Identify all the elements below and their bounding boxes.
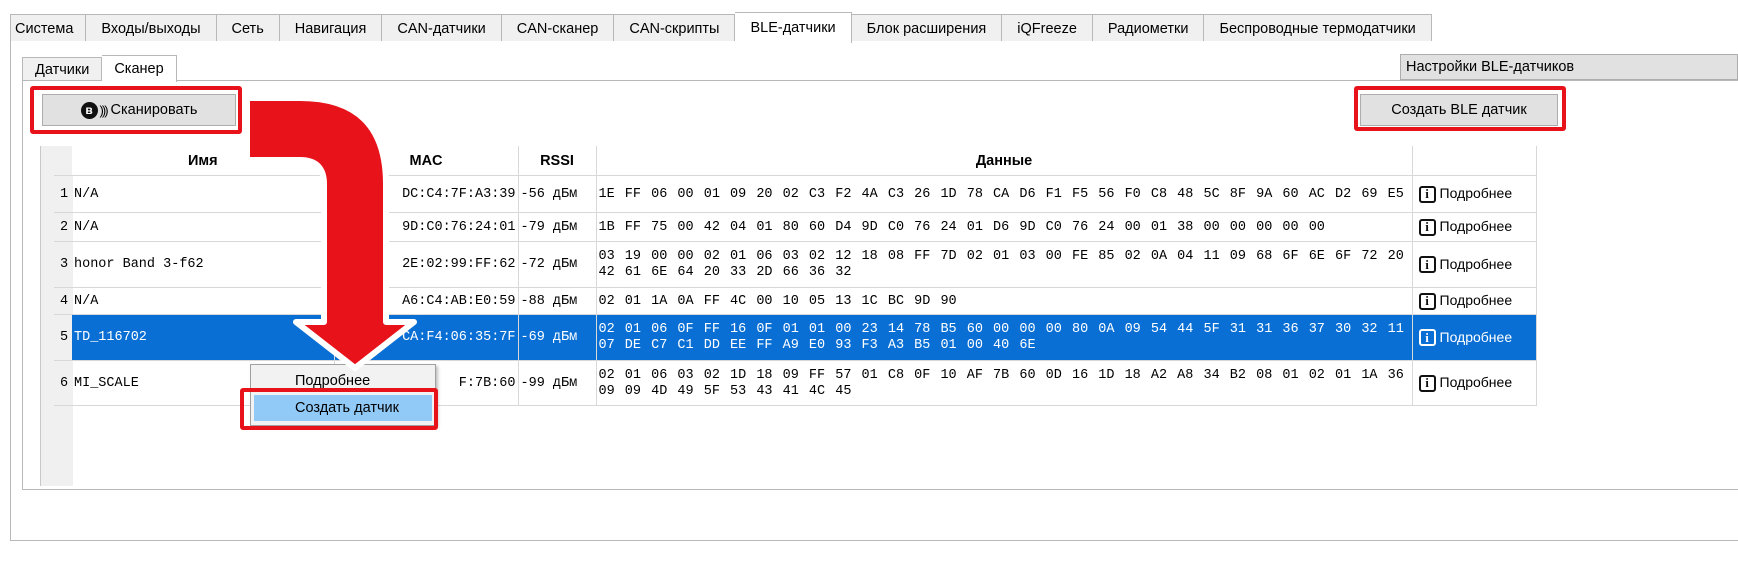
info-icon: i: [1418, 185, 1436, 203]
header-actions: [1412, 146, 1537, 176]
cell-mac[interactable]: 2E:02:99:FF:62: [334, 241, 519, 288]
create-sensor-highlight-box: [240, 388, 438, 430]
row-number: 2: [54, 212, 72, 242]
tab-radio-tags[interactable]: Радиометки: [1092, 14, 1205, 42]
tab-ble-sensors[interactable]: BLE-датчики: [735, 12, 852, 43]
info-icon: i: [1418, 374, 1436, 392]
row-number: 5: [54, 314, 72, 361]
cell-data[interactable]: 02 01 06 03 02 1D 18 09 FF 57 01 C8 0F 1…: [596, 360, 1413, 406]
tab-io[interactable]: Входы/выходы: [86, 14, 217, 42]
details-link[interactable]: i Подробнее: [1412, 314, 1537, 361]
table-row[interactable]: 4 N/A A6:C4:AB:E0:59 -88 дБм 02 01 1A 0A…: [54, 287, 1537, 315]
table-row[interactable]: 3 honor Band 3-f62 2E:02:99:FF:62 -72 дБ…: [54, 241, 1537, 288]
info-icon: i: [1418, 218, 1436, 236]
cell-data[interactable]: 03 19 00 00 02 01 06 03 02 12 18 08 FF 7…: [596, 241, 1413, 288]
cell-rssi[interactable]: -69 дБм: [518, 314, 597, 361]
cell-name[interactable]: N/A: [72, 212, 335, 242]
table-row[interactable]: 1 N/A DC:C4:7F:A3:39 -56 дБм 1E FF 06 00…: [54, 175, 1537, 213]
tab-navigation[interactable]: Навигация: [279, 14, 383, 42]
tab-network[interactable]: Сеть: [216, 14, 280, 42]
details-label: Подробнее: [1439, 328, 1513, 345]
tab-can-sensors[interactable]: CAN-датчики: [382, 14, 502, 42]
sub-tab-bar: Датчики Сканер: [22, 55, 177, 82]
cell-rssi[interactable]: -72 дБм: [518, 241, 597, 288]
details-link[interactable]: i Подробнее: [1412, 212, 1537, 242]
details-label: Подробнее: [1439, 374, 1513, 391]
details-link[interactable]: i Подробнее: [1412, 360, 1537, 406]
tab-expansion-unit[interactable]: Блок расширения: [851, 14, 1003, 42]
table-row-selected[interactable]: 5 TD_116702 CA:F4:06:35:7F -69 дБм 02 01…: [54, 314, 1537, 361]
cell-mac[interactable]: CA:F4:06:35:7F: [334, 314, 519, 361]
cell-name[interactable]: N/A: [72, 175, 335, 213]
details-label: Подробнее: [1439, 255, 1513, 272]
create-highlight-box: [1354, 86, 1566, 131]
cell-name[interactable]: honor Band 3-f62: [72, 241, 335, 288]
cell-rssi[interactable]: -99 дБм: [518, 360, 597, 406]
scan-highlight-box: [30, 86, 242, 134]
cell-name[interactable]: N/A: [72, 287, 335, 315]
cell-data[interactable]: 02 01 06 0F FF 16 0F 01 01 00 23 14 78 B…: [596, 314, 1413, 361]
row-number: 1: [54, 175, 72, 213]
info-icon: i: [1418, 292, 1436, 310]
details-link[interactable]: i Подробнее: [1412, 175, 1537, 213]
tab-iqfreeze[interactable]: iQFreeze: [1002, 14, 1093, 42]
row-number: 4: [54, 287, 72, 315]
details-link[interactable]: i Подробнее: [1412, 241, 1537, 288]
header-mac[interactable]: MAC: [334, 146, 519, 176]
cell-mac[interactable]: DC:C4:7F:A3:39: [334, 175, 519, 213]
corner-header: [54, 146, 72, 176]
cell-name[interactable]: TD_116702: [72, 314, 335, 361]
cell-data[interactable]: 1E FF 06 00 01 09 20 02 C3 F2 4A C3 26 1…: [596, 175, 1413, 213]
tab-wireless-thermo[interactable]: Беспроводные термодатчики: [1204, 14, 1432, 42]
tab-can-scanner[interactable]: CAN-сканер: [501, 14, 615, 42]
details-label: Подробнее: [1439, 218, 1513, 235]
cell-data[interactable]: 1B FF 75 00 42 04 01 80 60 D4 9D C0 76 2…: [596, 212, 1413, 242]
row-number: 3: [54, 241, 72, 288]
cell-rssi[interactable]: -56 дБм: [518, 175, 597, 213]
details-label: Подробнее: [1439, 185, 1513, 202]
subtab-sensors[interactable]: Датчики: [22, 57, 103, 81]
table-row[interactable]: 2 N/A 9D:C0:76:24:01 -79 дБм 1B FF 75 00…: [54, 212, 1537, 242]
info-icon: i: [1418, 329, 1436, 347]
row-number: 6: [54, 360, 72, 406]
header-rssi[interactable]: RSSI: [518, 146, 597, 176]
cell-rssi[interactable]: -79 дБм: [518, 212, 597, 242]
subtab-scanner[interactable]: Сканер: [102, 55, 177, 82]
header-data[interactable]: Данные: [596, 146, 1413, 176]
tab-system[interactable]: Система: [10, 14, 87, 42]
tab-can-scripts[interactable]: CAN-скрипты: [614, 14, 736, 42]
ble-settings-button[interactable]: Настройки BLE-датчиков: [1400, 54, 1738, 80]
cell-data[interactable]: 02 01 1A 0A FF 4C 00 10 05 13 1C BC 9D 9…: [596, 287, 1413, 315]
info-icon: i: [1418, 256, 1436, 274]
cell-mac[interactable]: 9D:C0:76:24:01: [334, 212, 519, 242]
scan-results-table: Имя MAC RSSI Данные 1 N/A DC:C4:7F:A3:39…: [40, 146, 1738, 486]
cell-rssi[interactable]: -88 дБм: [518, 287, 597, 315]
cell-mac[interactable]: A6:C4:AB:E0:59: [334, 287, 519, 315]
details-label: Подробнее: [1439, 292, 1513, 309]
top-tab-bar: Система Входы/выходы Сеть Навигация CAN-…: [10, 12, 1738, 43]
header-name[interactable]: Имя: [72, 146, 335, 176]
details-link[interactable]: i Подробнее: [1412, 287, 1537, 315]
